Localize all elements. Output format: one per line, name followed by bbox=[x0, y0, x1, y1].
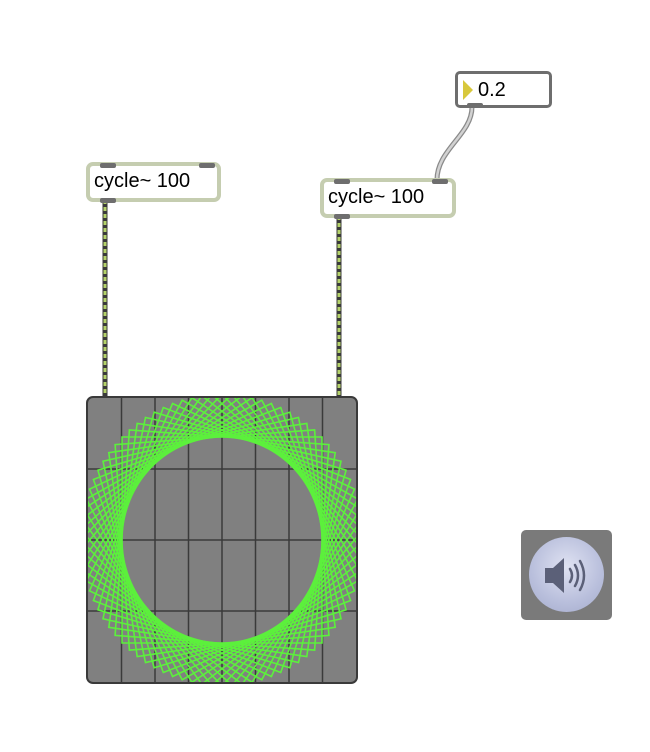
outlet[interactable] bbox=[100, 198, 116, 203]
inlet-left[interactable] bbox=[100, 163, 116, 168]
object-label: cycle~ 100 bbox=[328, 186, 425, 208]
inlet-left[interactable] bbox=[334, 179, 350, 184]
number-value: 0.2 bbox=[478, 79, 506, 101]
scope-display[interactable] bbox=[86, 396, 358, 684]
speaker-icon bbox=[545, 558, 586, 593]
inlet-right[interactable] bbox=[432, 179, 448, 184]
dac-circle bbox=[529, 537, 604, 612]
number-box[interactable]: 0.2 bbox=[455, 71, 552, 108]
cycle-object-left[interactable]: cycle~ 100 bbox=[86, 162, 221, 203]
control-cord[interactable] bbox=[434, 106, 475, 182]
outlet[interactable] bbox=[467, 103, 483, 107]
number-triangle-icon bbox=[463, 80, 473, 100]
inlet-right[interactable] bbox=[199, 163, 215, 168]
cycle-object-right[interactable]: cycle~ 100 bbox=[320, 178, 456, 219]
scope-plot bbox=[88, 398, 356, 682]
outlet[interactable] bbox=[334, 214, 350, 219]
dac-button[interactable] bbox=[521, 530, 612, 620]
object-label: cycle~ 100 bbox=[94, 170, 191, 192]
patcher-canvas[interactable]: cycle~ 100 cycle~ 100 0.2 bbox=[0, 0, 650, 752]
